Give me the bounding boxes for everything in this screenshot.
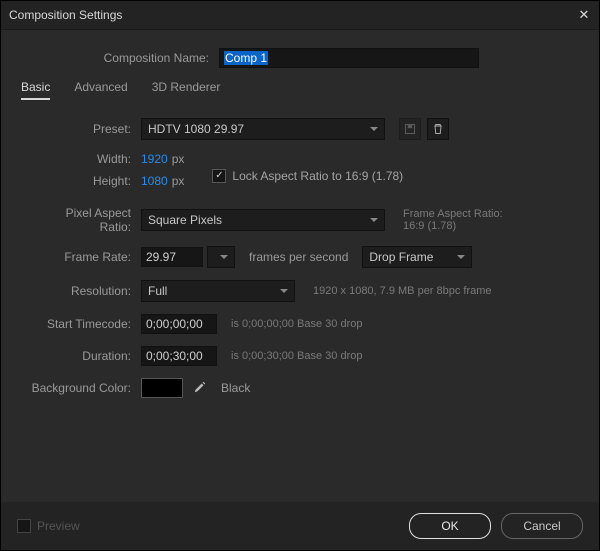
dialog-footer: Preview OK Cancel [1, 502, 599, 550]
preview-checkbox-group: Preview [17, 519, 80, 533]
start-tc-hint: is 0;00;00;00 Base 30 drop [231, 318, 362, 330]
comp-name-label: Composition Name: [19, 51, 219, 65]
frame-rate-input[interactable]: 29.97 [141, 247, 203, 267]
cancel-button[interactable]: Cancel [501, 513, 583, 539]
preview-checkbox [17, 519, 31, 533]
tabs: Basic Advanced 3D Renderer [19, 80, 581, 100]
duration-hint: is 0;00;30;00 Base 30 drop [231, 350, 362, 362]
bg-color-swatch[interactable] [141, 378, 183, 398]
ok-button[interactable]: OK [409, 513, 491, 539]
par-label: Pixel Aspect Ratio: [31, 206, 141, 234]
width-value[interactable]: 1920 [141, 152, 168, 166]
preset-label: Preset: [31, 122, 141, 136]
close-icon[interactable]: ✕ [577, 7, 591, 23]
height-label: Height: [31, 174, 141, 188]
height-value[interactable]: 1080 [141, 174, 168, 188]
par-dropdown[interactable]: Square Pixels [141, 209, 385, 231]
bg-color-label: Background Color: [31, 381, 141, 395]
frame-rate-label: Frame Rate: [31, 250, 141, 264]
frame-rate-stepper[interactable] [207, 246, 235, 268]
tab-3d-renderer[interactable]: 3D Renderer [152, 80, 221, 100]
window-title: Composition Settings [9, 8, 577, 22]
tab-basic[interactable]: Basic [21, 80, 50, 100]
tab-advanced[interactable]: Advanced [74, 80, 127, 100]
width-label: Width: [31, 152, 141, 166]
comp-name-input[interactable]: Comp 1 [219, 48, 479, 68]
drop-frame-dropdown[interactable]: Drop Frame [362, 246, 472, 268]
duration-input[interactable]: 0;00;30;00 [141, 346, 217, 366]
duration-label: Duration: [31, 349, 141, 363]
trash-icon[interactable] [427, 118, 449, 140]
bg-color-name: Black [221, 381, 250, 395]
start-tc-input[interactable]: 0;00;00;00 [141, 314, 217, 334]
resolution-hint: 1920 x 1080, 7.9 MB per 8bpc frame [313, 285, 492, 297]
composition-settings-dialog: Composition Settings ✕ Composition Name:… [0, 0, 600, 551]
lock-aspect-label: Lock Aspect Ratio to 16:9 (1.78) [232, 169, 403, 183]
dialog-body: Composition Name: Comp 1 Basic Advanced … [1, 30, 599, 508]
resolution-dropdown[interactable]: Full [141, 280, 295, 302]
titlebar: Composition Settings ✕ [1, 1, 599, 30]
frame-aspect: Frame Aspect Ratio: 16:9 (1.78) [403, 208, 503, 232]
lock-aspect-checkbox[interactable]: ✓ [212, 169, 226, 183]
eyedropper-icon[interactable] [193, 380, 207, 397]
save-preset-icon[interactable] [399, 118, 421, 140]
preset-dropdown[interactable]: HDTV 1080 29.97 [141, 118, 385, 140]
start-tc-label: Start Timecode: [31, 317, 141, 331]
resolution-label: Resolution: [31, 284, 141, 298]
